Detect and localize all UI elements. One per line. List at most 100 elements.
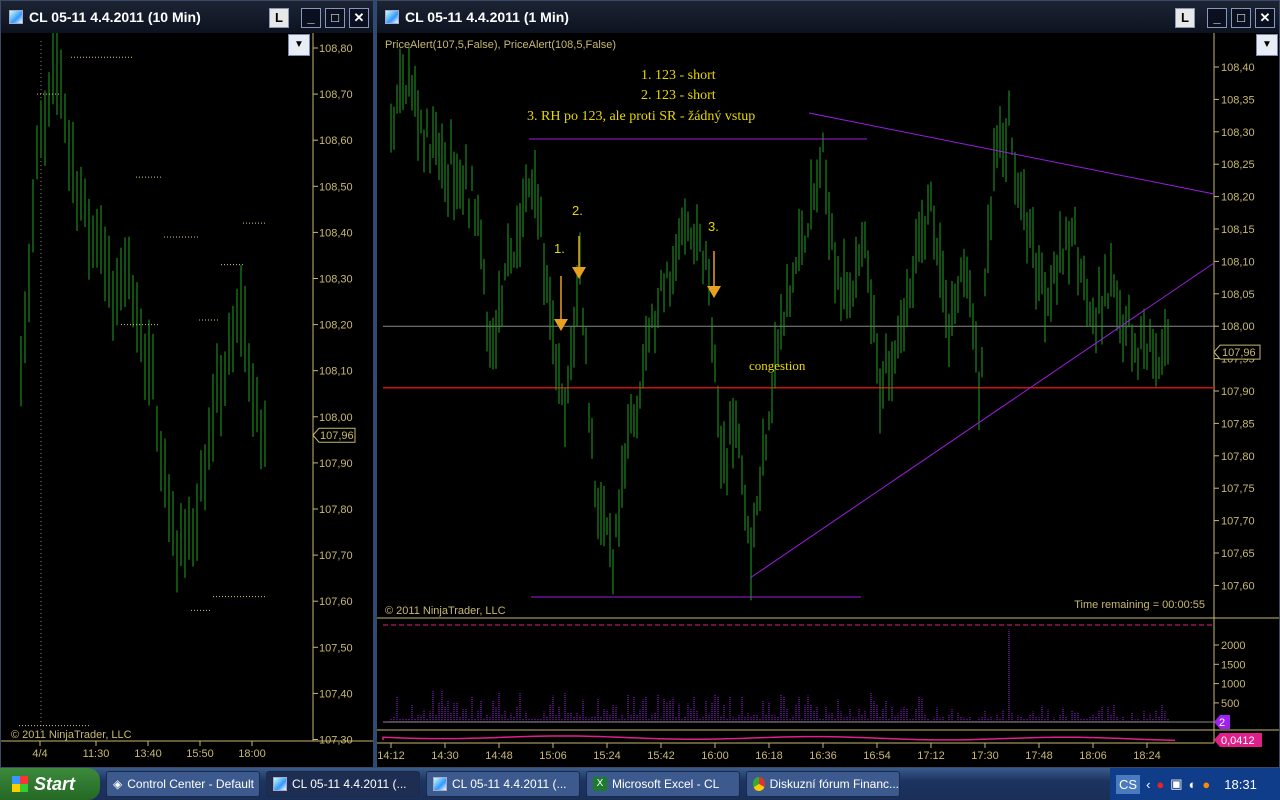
price-label: 108,50 — [319, 181, 353, 193]
arrow-label: 1. — [554, 241, 565, 256]
time-remaining: Time remaining = 00:00:55 — [1074, 599, 1205, 611]
annotation-text: 3. RH po 123, ale proti SR - žádný vstup — [527, 109, 755, 124]
arrow-label: 3. — [708, 219, 719, 234]
price-label: 108,20 — [1221, 192, 1255, 204]
time-label: 13:40 — [134, 748, 162, 760]
chart-app-icon — [385, 10, 399, 24]
network-icon[interactable]: ▣ — [1170, 776, 1182, 792]
last-price-label: 107,96 — [1222, 347, 1256, 359]
annotation-text: 2. 123 - short — [641, 88, 716, 103]
taskbar-item-chrome[interactable]: Diskuzní fórum Financ... — [746, 771, 900, 797]
price-label: 108,25 — [1221, 159, 1255, 171]
price-label: 107,50 — [319, 642, 353, 654]
tray-expand-icon[interactable]: ‹ — [1146, 777, 1150, 792]
time-label: 15:24 — [593, 750, 621, 762]
arrow-down-icon — [572, 267, 586, 279]
lock-button[interactable]: L — [1175, 8, 1195, 28]
price-chart-1min[interactable]: PriceAlert(107,5,False), PriceAlert(108,… — [377, 33, 1279, 767]
price-label: 107,65 — [1221, 548, 1255, 560]
price-label: 108,15 — [1221, 224, 1255, 236]
arrow-label: 2. — [572, 203, 583, 218]
volume-last-label: 2 — [1219, 717, 1225, 729]
close-button[interactable]: ✕ — [1255, 8, 1275, 28]
price-label: 108,20 — [319, 320, 353, 332]
copyright: © 2011 NinjaTrader, LLC — [11, 729, 132, 741]
price-label: 107,70 — [1221, 516, 1255, 528]
time-label: 18:06 — [1079, 750, 1107, 762]
price-label: 108,40 — [1221, 62, 1255, 74]
price-label: 107,30 — [319, 735, 353, 747]
annotation-text: 1. 123 - short — [641, 68, 716, 83]
congestion-label: congestion — [749, 358, 806, 373]
uptrend-line — [749, 262, 1215, 579]
volume-label: 500 — [1221, 698, 1239, 710]
price-label: 108,00 — [1221, 321, 1255, 333]
clock: 18:31 — [1224, 776, 1257, 792]
chart-app-icon — [9, 10, 23, 24]
maximize-button[interactable]: □ — [1231, 8, 1251, 28]
price-label: 107,90 — [1221, 386, 1255, 398]
indicator-line — [382, 735, 1176, 742]
chart-icon — [433, 777, 447, 791]
volume-icon[interactable]: ◐ — [1189, 777, 1197, 792]
time-label: 16:36 — [809, 750, 837, 762]
title-bar[interactable]: CL 05-11 4.4.2011 (10 Min) L _ □ ✕ — [1, 1, 373, 33]
window-title: CL 05-11 4.4.2011 (10 Min) — [29, 9, 201, 25]
time-label: 15:50 — [186, 748, 214, 760]
price-label: 108,05 — [1221, 289, 1255, 301]
price-label: 108,30 — [319, 274, 353, 286]
price-chart-10min[interactable]: 108,80 108,70 108,60 108,50 108,40 108,30 108,… — [1, 33, 373, 767]
time-label: 15:42 — [647, 750, 675, 762]
taskbar-item-excel[interactable]: X Microsoft Excel - CL — [586, 771, 740, 797]
time-label: 17:48 — [1025, 750, 1053, 762]
time-label: 16:18 — [755, 750, 783, 762]
antivirus-icon[interactable]: ● — [1156, 777, 1164, 792]
time-label: 17:30 — [971, 750, 999, 762]
diamond-icon: ◈ — [113, 777, 123, 791]
price-label: 107,60 — [1221, 580, 1255, 592]
time-label: 17:12 — [917, 750, 945, 762]
time-label: 16:00 — [701, 750, 729, 762]
indicator-last-label: 0,0412 — [1221, 735, 1255, 747]
close-button[interactable]: ✕ — [349, 8, 369, 28]
language-indicator[interactable]: CS — [1116, 774, 1141, 794]
time-label: 15:06 — [539, 750, 567, 762]
copyright: © 2011 NinjaTrader, LLC — [385, 605, 506, 617]
chart-window-1min: CL 05-11 4.4.2011 (1 Min) L _ □ ✕ PriceA… — [376, 0, 1280, 768]
time-label: 18:00 — [238, 748, 266, 760]
indicator-label: PriceAlert(107,5,False), PriceAlert(108,… — [385, 39, 616, 51]
lock-button[interactable]: L — [269, 8, 289, 28]
minimize-button[interactable]: _ — [301, 8, 321, 28]
taskbar-item-chart-1[interactable]: CL 05-11 4.4.2011 (... — [266, 771, 420, 797]
start-button[interactable]: Start — [0, 768, 100, 800]
taskbar-item-chart-2[interactable]: CL 05-11 4.4.2011 (... — [426, 771, 580, 797]
volume-label: 1000 — [1221, 679, 1245, 691]
price-label: 107,80 — [1221, 451, 1255, 463]
maximize-button[interactable]: □ — [325, 8, 345, 28]
volume-label: 1500 — [1221, 659, 1245, 671]
chart-icon — [273, 777, 287, 791]
time-label: 14:48 — [485, 750, 513, 762]
avast-icon[interactable]: ● — [1202, 777, 1210, 792]
excel-icon: X — [593, 777, 607, 791]
price-label: 107,75 — [1221, 483, 1255, 495]
volume-label: 2000 — [1221, 640, 1245, 652]
price-label: 108,60 — [319, 135, 353, 147]
title-bar[interactable]: CL 05-11 4.4.2011 (1 Min) L _ □ ✕ — [377, 1, 1279, 33]
price-label: 108,10 — [1221, 256, 1255, 268]
arrow-down-icon — [554, 319, 568, 331]
time-label: 14:12 — [377, 750, 405, 762]
price-label: 107,70 — [319, 550, 353, 562]
taskbar-item-control-center[interactable]: ◈ Control Center - Default — [106, 771, 260, 797]
price-label: 108,70 — [319, 89, 353, 101]
time-label: 14:30 — [431, 750, 459, 762]
taskbar: Start ◈ Control Center - Default CL 05-11… — [0, 768, 1280, 800]
time-label: 18:24 — [1133, 750, 1161, 762]
price-label: 108,00 — [319, 412, 353, 424]
dropdown-button[interactable]: ▼ — [288, 34, 310, 56]
dropdown-button[interactable]: ▼ — [1256, 34, 1278, 56]
price-label: 107,90 — [319, 458, 353, 470]
minimize-button[interactable]: _ — [1207, 8, 1227, 28]
price-label: 108,80 — [319, 43, 353, 55]
price-label: 107,40 — [319, 688, 353, 700]
